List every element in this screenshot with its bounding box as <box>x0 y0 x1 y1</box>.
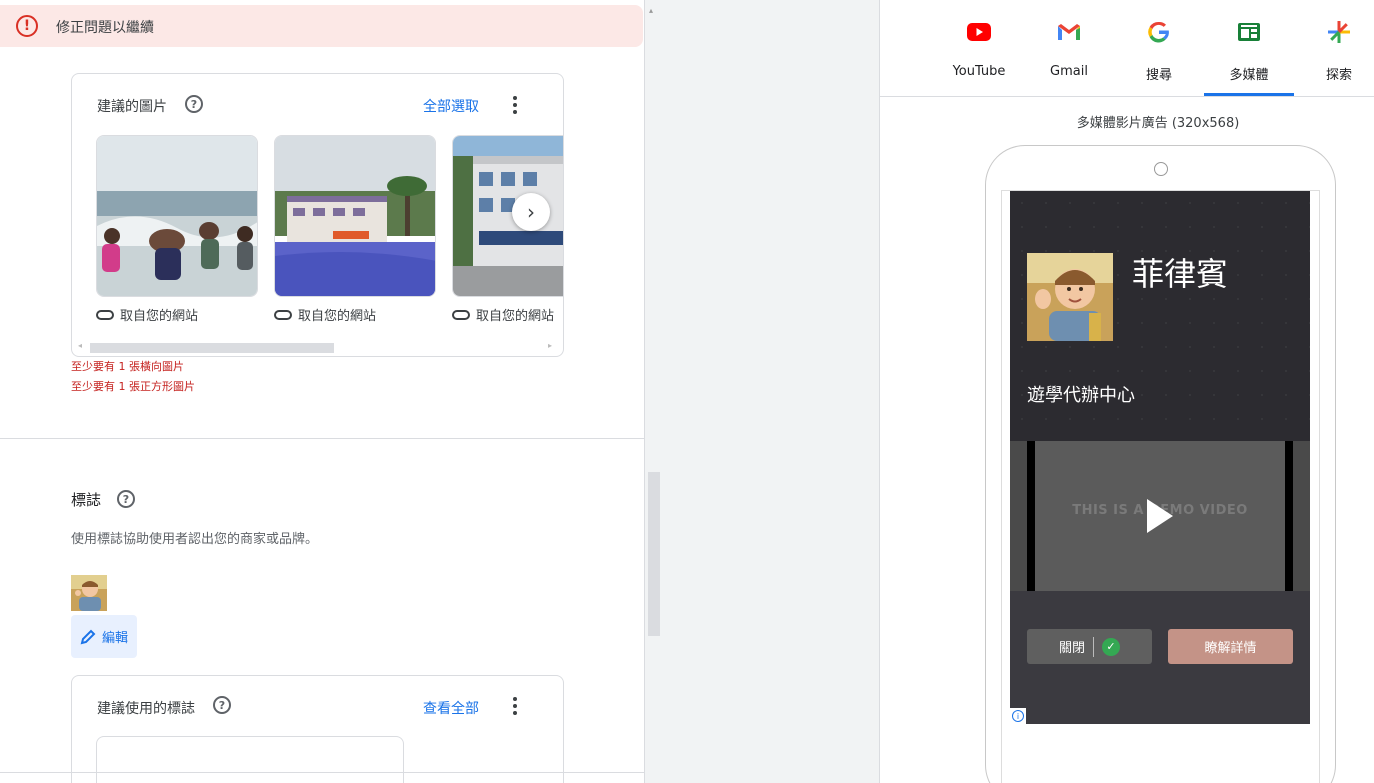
more-options-icon[interactable] <box>512 697 518 715</box>
error-banner: ! 修正問題以繼續 <box>0 5 643 47</box>
ad-subline: 遊學代辦中心 <box>1027 385 1135 406</box>
square-image-error: 至少要有 1 張正方形圖片 <box>71 380 195 393</box>
tab-discover[interactable]: 探索 <box>1294 0 1374 96</box>
suggested-logo-tile[interactable] <box>96 736 404 783</box>
ad-preview-pane: YouTube Gmail 搜尋 多媒體 探索 多媒體影片廣告 (320x568… <box>880 0 1374 783</box>
scrollbar-thumb[interactable] <box>90 343 334 353</box>
image-source-caption: 取自您的網站 <box>274 305 376 324</box>
select-all-link[interactable]: 全部選取 <box>423 96 479 116</box>
link-icon <box>96 309 114 320</box>
error-banner-text: 修正問題以繼續 <box>56 20 154 36</box>
gmail-icon <box>1057 20 1081 44</box>
tab-label: YouTube <box>952 64 1006 79</box>
landscape-image-error: 至少要有 1 張橫向圖片 <box>71 360 184 373</box>
tab-gmail[interactable]: Gmail <box>1024 0 1114 96</box>
logo-section-title: 標誌 <box>71 491 102 509</box>
learn-more-button[interactable]: 瞭解詳情 <box>1168 629 1293 664</box>
logo-section-description: 使用標誌協助使用者認出您的商家或品牌。 <box>71 532 319 547</box>
asset-editor-pane: ! 修正問題以繼續 建議的圖片 ? 全部選取 取自您的網站 取自您的網站 取自您… <box>0 0 644 783</box>
video-frame: THIS IS A DEMO VIDEO <box>1035 441 1285 591</box>
edit-label: 編輯 <box>101 631 128 646</box>
ad-headline: 菲律賓 <box>1132 255 1229 293</box>
phone-mockup: 菲律賓 遊學代辦中心 THIS IS A DEMO VIDEO 關閉 ✓ 瞭解詳… <box>985 145 1336 783</box>
scroll-left-arrow-icon[interactable]: ◂ <box>78 341 82 350</box>
play-icon[interactable] <box>1147 499 1173 533</box>
vertical-scrollbar-thumb[interactable] <box>648 472 660 636</box>
logo-thumbnail <box>71 575 107 611</box>
tab-display[interactable]: 多媒體 <box>1204 0 1294 96</box>
tab-label: 多媒體 <box>1229 68 1269 83</box>
error-icon: ! <box>16 15 38 37</box>
active-tab-indicator <box>1204 93 1294 96</box>
discover-icon <box>1327 20 1351 44</box>
image-source-caption: 取自您的網站 <box>452 305 554 324</box>
google-search-icon <box>1147 20 1171 44</box>
tab-label: 探索 <box>1325 68 1352 83</box>
video-letterbox-left <box>1027 441 1035 591</box>
edit-logo-button[interactable]: 編輯 <box>71 615 137 658</box>
chevron-right-icon: › <box>527 200 535 224</box>
ad-video[interactable]: THIS IS A DEMO VIDEO <box>1010 441 1310 591</box>
suggested-images-title: 建議的圖片 <box>97 99 167 115</box>
button-separator <box>1093 636 1094 657</box>
tab-label: 搜尋 <box>1145 68 1172 83</box>
tab-label: Gmail <box>1050 64 1088 79</box>
caption-text: 取自您的網站 <box>298 309 377 324</box>
caption-text: 取自您的網站 <box>120 309 199 324</box>
help-icon[interactable]: ? <box>213 696 231 714</box>
ad-editor: ! 修正問題以繼續 建議的圖片 ? 全部選取 取自您的網站 取自您的網站 取自您… <box>0 0 1374 783</box>
link-icon <box>452 309 470 320</box>
suggested-image-1[interactable] <box>96 135 258 297</box>
tab-search[interactable]: 搜尋 <box>1114 0 1204 96</box>
close-label: 關閉 <box>1058 641 1085 656</box>
section-divider <box>0 438 644 439</box>
suggested-image-2[interactable] <box>274 135 436 297</box>
scroll-right-arrow-icon[interactable]: ▸ <box>548 341 552 350</box>
bottom-divider <box>0 772 644 773</box>
ad-logo-image <box>1027 253 1113 341</box>
preview-tabs: YouTube Gmail 搜尋 多媒體 探索 <box>880 0 1374 97</box>
video-letterbox-right <box>1285 441 1293 591</box>
caption-text: 取自您的網站 <box>476 309 555 324</box>
link-icon <box>274 309 292 320</box>
pencil-icon <box>80 629 96 644</box>
more-options-icon[interactable] <box>512 96 518 114</box>
help-icon[interactable]: ? <box>117 490 135 508</box>
phone-speaker <box>1154 162 1168 176</box>
check-icon: ✓ <box>1102 637 1120 656</box>
image-source-caption: 取自您的網站 <box>96 305 198 324</box>
suggested-logos-card: 建議使用的標誌 ? 查看全部 <box>71 675 564 783</box>
ad-preview-screen: 菲律賓 遊學代辦中心 THIS IS A DEMO VIDEO 關閉 ✓ 瞭解詳… <box>1010 191 1310 724</box>
pane-scroll-gutter: ▴ <box>644 0 880 783</box>
suggested-images-card: 建議的圖片 ? 全部選取 取自您的網站 取自您的網站 取自您的網站 › ◂ ▸ <box>71 73 564 357</box>
suggested-logos-title: 建議使用的標誌 <box>97 701 195 717</box>
close-button[interactable]: 關閉 ✓ <box>1027 629 1152 664</box>
adchoices-info-icon[interactable]: i <box>1010 708 1026 724</box>
help-icon[interactable]: ? <box>185 95 203 113</box>
carousel-next-button[interactable]: › <box>512 193 550 231</box>
tab-youtube[interactable]: YouTube <box>934 0 1024 96</box>
ad-cta-bar: 關閉 ✓ 瞭解詳情 <box>1010 591 1310 724</box>
youtube-icon <box>967 20 991 44</box>
scroll-up-arrow-icon[interactable]: ▴ <box>649 6 653 15</box>
view-all-link[interactable]: 查看全部 <box>423 698 479 718</box>
learn-more-label: 瞭解詳情 <box>1204 641 1257 656</box>
preview-format-title: 多媒體影片廣告 (320x568) <box>1076 116 1240 131</box>
display-icon <box>1237 20 1261 44</box>
horizontal-scrollbar[interactable]: ◂ ▸ <box>78 341 558 353</box>
